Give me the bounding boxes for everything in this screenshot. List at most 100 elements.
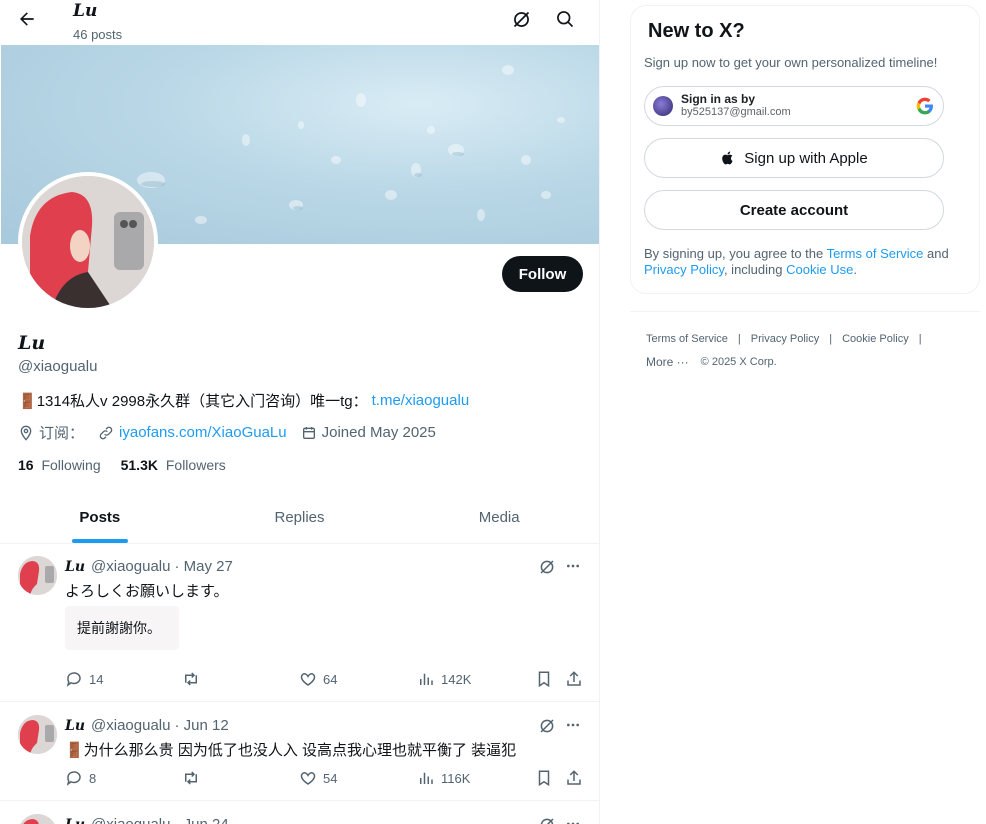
tweet-author-name[interactable]: Lu (65, 817, 85, 824)
retweet-icon (185, 672, 197, 686)
bookmark-button[interactable] (535, 670, 559, 688)
views-icon (420, 673, 433, 685)
reply-button[interactable]: 8 (65, 769, 96, 787)
share-icon (567, 671, 581, 686)
views-button[interactable]: 116K (417, 769, 470, 787)
terms-of-service-link[interactable]: Terms of Service (827, 246, 924, 261)
tab-replies[interactable]: Replies (200, 492, 400, 543)
tab-posts[interactable]: Posts (0, 492, 200, 543)
tweet-avatar[interactable] (18, 814, 57, 824)
tweet-author-handle[interactable]: @xiaogualu (91, 717, 170, 734)
footer-cookie-link[interactable]: Cookie Policy (842, 333, 909, 345)
tweet-grok-button[interactable] (538, 558, 558, 578)
profile-joined: Joined May 2025 (301, 424, 436, 441)
views-icon (420, 772, 433, 784)
footer-privacy-link[interactable]: Privacy Policy (751, 333, 819, 345)
grok-icon (540, 719, 554, 733)
website-link[interactable]: iyaofans.com/XiaoGuaLu (119, 424, 287, 441)
share-button[interactable] (565, 670, 589, 688)
like-button[interactable]: 64 (299, 670, 337, 688)
tweet-author-name[interactable]: Lu (65, 559, 85, 575)
calendar-icon (302, 426, 315, 439)
tweet-header: Lu @xiaogualu · May 27 (65, 558, 233, 575)
profile-bio: 🚪 1314私人v 2998永久群（其它入门咨询）唯一tg： t.me/xiao… (18, 390, 469, 411)
search-button[interactable] (552, 6, 578, 32)
tweet-more-button[interactable] (563, 556, 583, 576)
terms-end: . (853, 262, 857, 277)
profile-avatar[interactable] (18, 172, 158, 312)
profile-website[interactable]: iyaofans.com/XiaoGuaLu (98, 424, 287, 441)
signup-title: New to X? (648, 20, 745, 42)
bio-text: 1314私人v 2998永久群（其它入门咨询）唯一tg： (36, 393, 368, 410)
bookmark-button[interactable] (535, 769, 559, 787)
profile-location: 订阅： (18, 422, 84, 443)
privacy-policy-link[interactable]: Privacy Policy (644, 262, 724, 277)
tweet[interactable]: Lu @xiaogualu · Jun 12 🚪为什么那么贵 因为低了也没人入 … (0, 703, 599, 801)
cookie-use-link[interactable]: Cookie Use (786, 262, 853, 277)
tweet-more-button[interactable] (563, 814, 583, 824)
following-count: 16 (18, 457, 34, 473)
retweet-button[interactable] (181, 670, 207, 688)
back-button[interactable] (12, 4, 42, 34)
like-button[interactable]: 54 (299, 769, 337, 787)
follow-stats: 16 Following 51.3K Followers (18, 457, 246, 473)
tweet-date[interactable]: · May 27 (174, 558, 232, 575)
signup-terms: By signing up, you agree to the Terms of… (644, 246, 964, 278)
tweet-grok-button[interactable] (538, 717, 558, 737)
terms-and: and (923, 246, 949, 261)
retweet-button[interactable] (181, 769, 207, 787)
bio-link[interactable]: t.me/xiaogualu (372, 392, 470, 409)
tab-media[interactable]: Media (399, 492, 599, 543)
google-account-avatar (653, 96, 673, 116)
apple-signup-button[interactable]: Sign up with Apple (644, 138, 944, 178)
footer-tos-link[interactable]: Terms of Service (646, 333, 728, 345)
bookmark-icon (538, 770, 550, 787)
avatar-thumb (18, 556, 57, 595)
google-signin-label: Sign in as by (681, 92, 756, 106)
tweet[interactable]: Lu @xiaogualu · Jun 24 (0, 802, 599, 824)
more-icon (567, 822, 579, 824)
create-account-button[interactable]: Create account (644, 190, 944, 230)
link-icon (99, 426, 113, 439)
tweet-author-name[interactable]: Lu (65, 718, 85, 734)
reply-icon (66, 672, 81, 687)
avatar-thumb (18, 715, 57, 754)
views-count: 116K (441, 770, 471, 786)
following-link[interactable]: 16 Following (18, 457, 101, 473)
tweet-author-handle[interactable]: @xiaogualu (91, 816, 170, 824)
followers-link[interactable]: 51.3K Followers (121, 457, 226, 473)
tweet-header: Lu @xiaogualu · Jun 24 (65, 816, 229, 824)
tweet-media-quote[interactable]: 提前謝謝你。 (65, 606, 179, 650)
bookmark-icon (538, 671, 550, 688)
footer-more-button[interactable]: More ··· (646, 355, 689, 369)
tweet-more-button[interactable] (563, 715, 583, 735)
quote-text: 提前謝謝你。 (77, 620, 161, 636)
footer-separator: | (918, 333, 922, 345)
follow-button[interactable]: Follow (502, 256, 583, 292)
views-button[interactable]: 142K (417, 670, 471, 688)
tweet-avatar[interactable] (18, 556, 57, 595)
header-name: Lu (73, 1, 98, 21)
apple-signup-label: Sign up with Apple (744, 149, 868, 167)
footer-separator: | (737, 333, 741, 345)
share-button[interactable] (565, 769, 589, 787)
google-email: by525137@gmail.com (681, 106, 791, 118)
reply-button[interactable]: 14 (65, 670, 103, 688)
tweet-avatar[interactable] (18, 715, 57, 754)
tweet-author-handle[interactable]: @xiaogualu (91, 558, 170, 575)
profile-handle: @xiaogualu (18, 358, 98, 375)
avatar-thumb (18, 814, 57, 824)
grok-button[interactable] (508, 6, 534, 32)
tweet-text: 🚪为什么那么贵 因为低了也没人入 设高点我心理也就平衡了 装逼犯 (65, 742, 517, 759)
tweet-date[interactable]: · Jun 24 (174, 816, 228, 824)
location-icon (20, 425, 32, 441)
apple-icon (722, 151, 733, 165)
tweet[interactable]: Lu @xiaogualu · May 27 よろしくお願いします。 提前謝謝你… (0, 544, 599, 702)
google-signin-button[interactable]: Sign in as by by525137@gmail.com (644, 86, 944, 126)
like-count: 54 (323, 770, 338, 786)
like-count: 64 (323, 671, 338, 687)
tweet-date[interactable]: · Jun 12 (174, 717, 228, 734)
tweet-grok-button[interactable] (538, 816, 558, 824)
reply-count: 14 (89, 671, 104, 687)
following-label: Following (41, 457, 101, 473)
